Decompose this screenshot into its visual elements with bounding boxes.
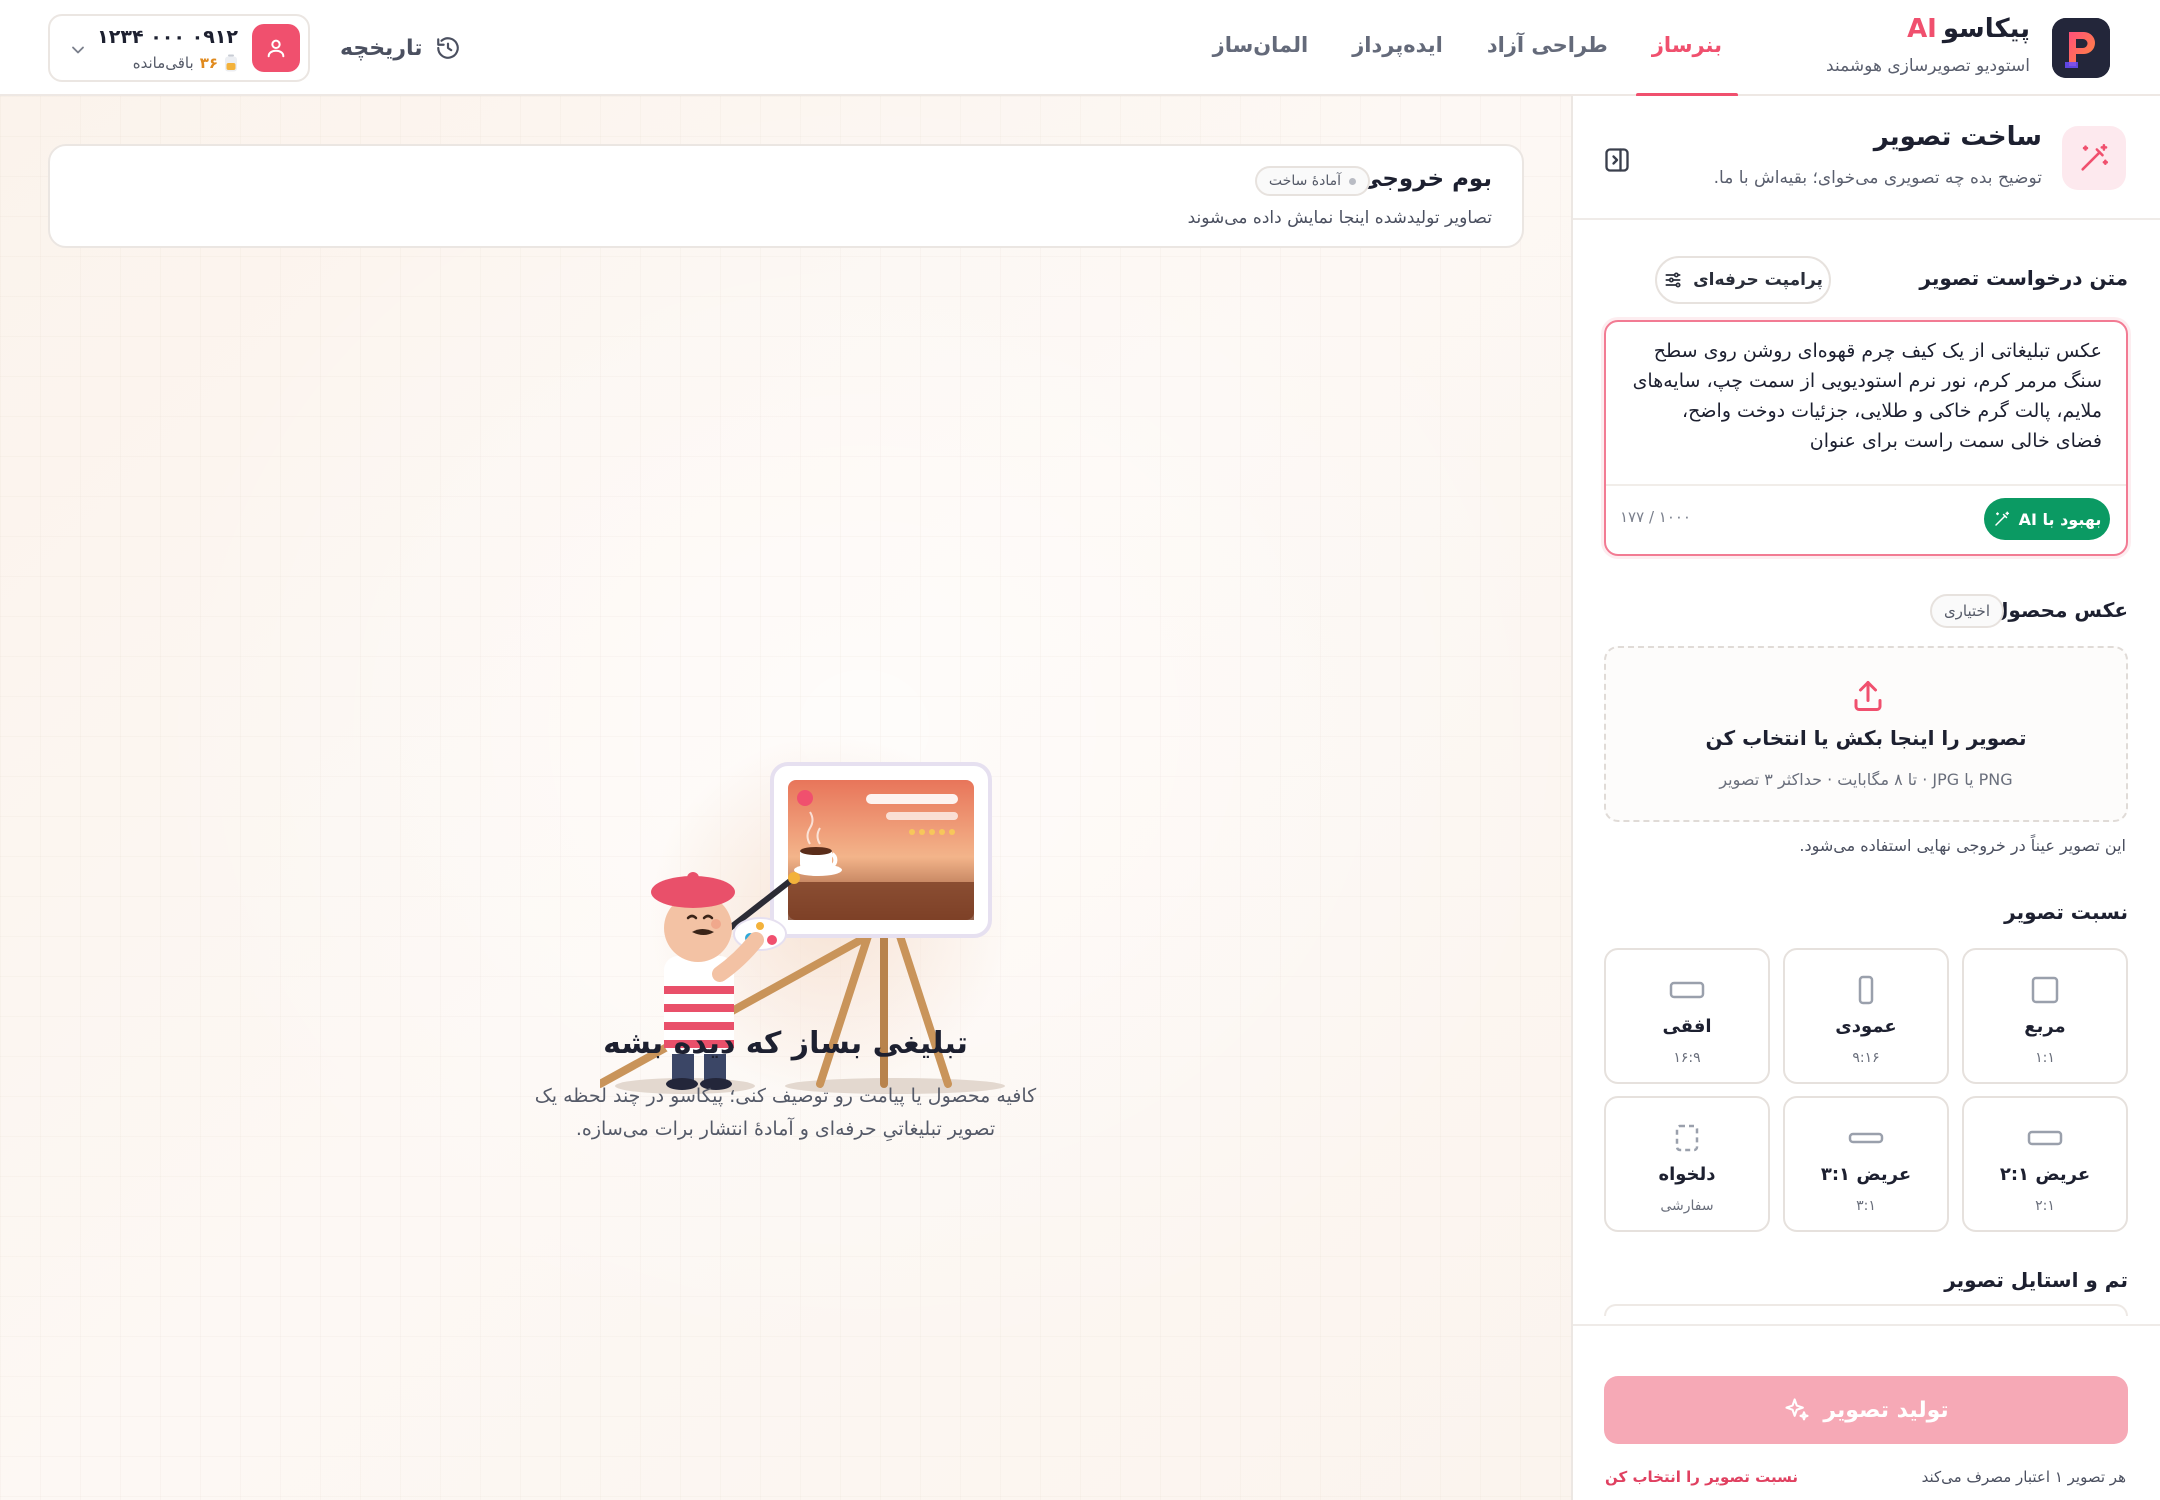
sidebar-subtitle: توضیح بده چه تصویری می‌خوای؛ بقیه‌اش با … bbox=[1713, 168, 2042, 188]
output-subtitle: تصاویر تولیدشده اینجا نمایش داده می‌شوند bbox=[1187, 208, 1492, 228]
upload-hint: PNG یا JPG · تا ۸ مگابایت · حداکثر ۳ تصو… bbox=[1719, 770, 2013, 789]
ratio-name: عریض ۳:۱ bbox=[1820, 1164, 1912, 1185]
wide-icon bbox=[2027, 1130, 2063, 1146]
aspect-ratio-label: نسبت تصویر bbox=[2004, 900, 2128, 924]
create-image-sidebar: ساخت تصویر توضیح بده چه تصویری می‌خوای؛ … bbox=[1571, 96, 2160, 1500]
ratio-value: سفارشی bbox=[1660, 1198, 1714, 1214]
improve-with-ai-button[interactable]: بهبود با AI bbox=[1984, 498, 2110, 540]
prompt-label: متن درخواست تصویر bbox=[1919, 266, 2128, 290]
battery-icon bbox=[225, 54, 237, 72]
portrait-icon bbox=[1858, 975, 1874, 1005]
ratio-option-landscape[interactable]: افقی ۱۶:۹ bbox=[1604, 948, 1770, 1084]
top-header: پیکاسوAI استودیو تصویرسازی هوشمند بنرساز… bbox=[0, 0, 2160, 97]
ratio-value: ۲:۱ bbox=[2035, 1198, 2055, 1214]
status-badge: آمادهٔ ساخت bbox=[1254, 166, 1370, 196]
improve-button-label: بهبود با AI bbox=[2018, 509, 2102, 529]
brand-name: پیکاسوAI bbox=[1907, 14, 2030, 48]
tab-idea-maker[interactable]: ایده‌پرداز bbox=[1330, 0, 1465, 96]
ratio-value: ۳:۱ bbox=[1856, 1198, 1876, 1214]
landscape-icon bbox=[1669, 981, 1705, 999]
sparkles-icon bbox=[1785, 1398, 1809, 1421]
history-label: تاریخچه bbox=[340, 35, 423, 61]
generate-button-label: تولید تصویر bbox=[1823, 1397, 1949, 1423]
credits-number: ۳۶ bbox=[199, 54, 218, 72]
ratio-value: ۹:۱۶ bbox=[1852, 1050, 1880, 1066]
collapse-panel-icon[interactable] bbox=[1603, 146, 1631, 174]
magic-wand-icon bbox=[1994, 511, 2009, 526]
empty-state-title: تبلیغی بساز که دیده بشه bbox=[603, 1026, 968, 1061]
empty-state-description: کافیه محصول یا پیامت رو توصیف کنی؛ پیکاس… bbox=[500, 1080, 1071, 1146]
upload-dropzone[interactable]: تصویر را اینجا بکش یا انتخاب کن PNG یا J… bbox=[1604, 646, 2128, 822]
tab-banner-maker[interactable]: بنرساز bbox=[1630, 0, 1744, 97]
sidebar-title: ساخت تصویر bbox=[1873, 122, 2042, 152]
pro-prompt-button[interactable]: پرامپت حرفه‌ای bbox=[1655, 256, 1831, 304]
theme-style-selector[interactable] bbox=[1604, 1304, 2128, 1316]
aspect-ratio-grid: مربع ۱:۱ عمودی ۹:۱۶ افقی ۱۶:۹ عریض ۲:۱ ۲… bbox=[1604, 948, 2128, 1232]
status-dot-icon bbox=[1349, 177, 1356, 185]
prompt-textarea[interactable]: عکس تبلیغاتی از یک کیف چرم قهوه‌ای روشن … bbox=[1632, 336, 2102, 496]
output-header-card: بوم خروجی آمادهٔ ساخت تصاویر تولیدشده ای… bbox=[48, 144, 1524, 248]
ratio-name: مربع bbox=[2024, 1016, 2066, 1037]
main-nav: بنرساز طراحی آزاد ایده‌پرداز المان‌ساز bbox=[1191, 0, 1744, 97]
sidebar-header: ساخت تصویر توضیح بده چه تصویری می‌خوای؛ … bbox=[1573, 96, 2160, 220]
upload-icon bbox=[1854, 681, 1882, 711]
ultrawide-icon bbox=[1848, 1132, 1884, 1144]
account-menu[interactable]: ۰۹۱۲ ۰۰۰ ۱۲۳۴ ۳۶ باقی‌مانده bbox=[48, 14, 310, 82]
credits-label: باقی‌مانده bbox=[132, 54, 194, 72]
validation-warning: نسبت تصویر را انتخاب کن bbox=[1605, 1468, 1798, 1486]
upload-note: این تصویر عیناً در خروجی نهایی استفاده م… bbox=[1799, 836, 2126, 855]
pro-prompt-label: پرامپت حرفه‌ای bbox=[1693, 270, 1823, 290]
credits-info: ۳۶ باقی‌مانده bbox=[133, 54, 238, 72]
ratio-name: افقی bbox=[1662, 1016, 1712, 1037]
history-button[interactable]: تاریخچه bbox=[340, 28, 461, 68]
brand-logo[interactable] bbox=[2052, 18, 2110, 78]
ratio-option-custom[interactable]: دلخواه سفارشی bbox=[1604, 1096, 1770, 1232]
logo-p-icon bbox=[2052, 18, 2110, 78]
chevron-down-icon bbox=[72, 46, 84, 54]
user-icon bbox=[252, 24, 300, 72]
ratio-name: دلخواه bbox=[1658, 1164, 1716, 1185]
output-canvas: بوم خروجی آمادهٔ ساخت تصاویر تولیدشده ای… bbox=[0, 96, 1571, 1500]
brand-subtitle: استودیو تصویرسازی هوشمند bbox=[1826, 56, 2030, 76]
square-icon bbox=[2031, 976, 2059, 1004]
status-badge-text: آمادهٔ ساخت bbox=[1268, 173, 1341, 189]
ratio-name: عمودی bbox=[1835, 1016, 1897, 1037]
magic-wand-icon bbox=[2062, 126, 2126, 190]
brand-ai-text: AI bbox=[1907, 14, 1937, 44]
empty-state-line-2: تصویر تبلیغاتیِ حرفه‌ای و آمادهٔ انتشار … bbox=[575, 1118, 996, 1140]
ratio-value: ۱:۱ bbox=[2035, 1050, 2055, 1066]
char-counter: ۱۰۰۰ / ۱۷۷ bbox=[1620, 508, 1691, 526]
custom-ratio-icon bbox=[1675, 1124, 1699, 1152]
upload-title: تصویر را اینجا بکش یا انتخاب کن bbox=[1705, 726, 2027, 750]
sliders-icon bbox=[1665, 272, 1681, 288]
theme-style-label: تم و استایل تصویر bbox=[1944, 1268, 2128, 1292]
ratio-option-wide-3-1[interactable]: عریض ۳:۱ ۳:۱ bbox=[1783, 1096, 1949, 1232]
product-photo-label: عکس محصول bbox=[1991, 598, 2128, 622]
optional-badge: اختیاری bbox=[1929, 594, 2004, 628]
ratio-option-square[interactable]: مربع ۱:۱ bbox=[1962, 948, 2128, 1084]
output-title: بوم خروجی bbox=[1359, 166, 1492, 192]
prompt-box: عکس تبلیغاتی از یک کیف چرم قهوه‌ای روشن … bbox=[1604, 320, 2128, 556]
tab-free-design[interactable]: طراحی آزاد bbox=[1465, 0, 1630, 96]
credit-cost-note: هر تصویر ۱ اعتبار مصرف می‌کند bbox=[1921, 1468, 2126, 1486]
brand-name-text: پیکاسو bbox=[1942, 14, 2030, 44]
ratio-option-wide-2-1[interactable]: عریض ۲:۱ ۲:۱ bbox=[1962, 1096, 2128, 1232]
tab-element-maker[interactable]: المان‌ساز bbox=[1191, 0, 1331, 96]
ratio-value: ۱۶:۹ bbox=[1673, 1050, 1701, 1066]
account-phone: ۰۹۱۲ ۰۰۰ ۱۲۳۴ bbox=[97, 26, 238, 48]
prompt-footer: بهبود با AI ۱۰۰۰ / ۱۷۷ bbox=[1606, 484, 2126, 554]
sidebar-footer: تولید تصویر هر تصویر ۱ اعتبار مصرف می‌کن… bbox=[1573, 1324, 2160, 1500]
empty-state-line-1: کافیه محصول یا پیامت رو توصیف کنی؛ پیکاس… bbox=[534, 1085, 1037, 1107]
generate-image-button[interactable]: تولید تصویر bbox=[1604, 1376, 2128, 1444]
history-icon bbox=[436, 37, 459, 59]
ratio-name: عریض ۲:۱ bbox=[1999, 1164, 2091, 1185]
ratio-option-portrait[interactable]: عمودی ۹:۱۶ bbox=[1783, 948, 1949, 1084]
